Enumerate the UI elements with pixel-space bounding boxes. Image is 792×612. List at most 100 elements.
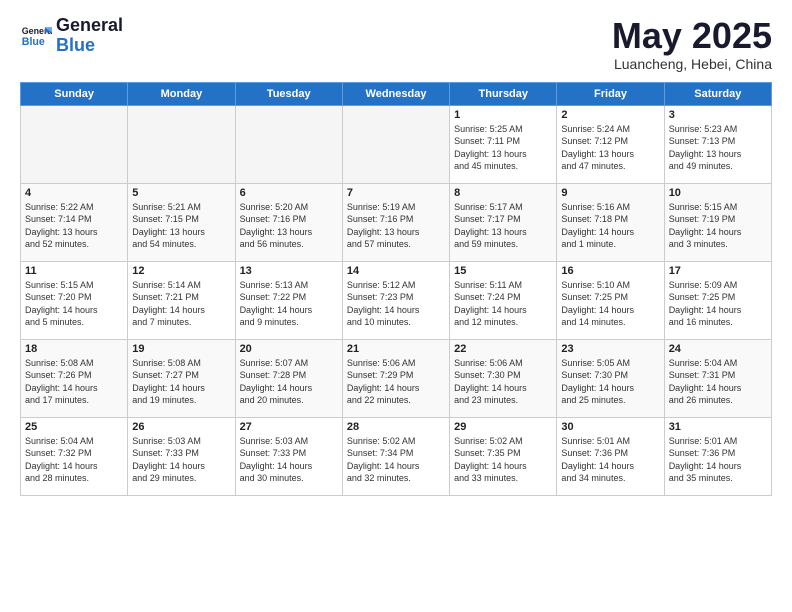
table-row: 5 Sunrise: 5:21 AM Sunset: 7:15 PM Daylig… [128, 183, 235, 261]
table-row: 23 Sunrise: 5:05 AM Sunset: 7:30 PM Dayli… [557, 339, 664, 417]
day-number: 8 [454, 187, 552, 199]
day-info: Sunrise: 5:05 AM Sunset: 7:30 PM Dayligh… [561, 357, 659, 407]
day-number: 11 [25, 265, 123, 277]
day-number: 18 [25, 343, 123, 355]
day-info: Sunrise: 5:16 AM Sunset: 7:18 PM Dayligh… [561, 201, 659, 251]
day-number: 5 [132, 187, 230, 199]
day-info: Sunrise: 5:02 AM Sunset: 7:34 PM Dayligh… [347, 435, 445, 485]
table-row: 27Sunrise: 5:03 AM Sunset: 7:33 PM Dayli… [235, 417, 342, 495]
day-number: 10 [669, 187, 767, 199]
col-sunday: Sunday [21, 82, 128, 105]
day-info: Sunrise: 5:10 AM Sunset: 7:25 PM Dayligh… [561, 279, 659, 329]
table-row: 2Sunrise: 5:24 AM Sunset: 7:12 PM Daylig… [557, 105, 664, 183]
table-row: 28 Sunrise: 5:02 AM Sunset: 7:34 PM Dayli… [342, 417, 449, 495]
day-info: Sunrise: 5:09 AM Sunset: 7:25 PM Dayligh… [669, 279, 767, 329]
table-row: 9 Sunrise: 5:16 AM Sunset: 7:18 PM Daylig… [557, 183, 664, 261]
table-row [128, 105, 235, 183]
day-info: Sunrise: 5:17 AM Sunset: 7:17 PM Dayligh… [454, 201, 552, 251]
table-row: 15 Sunrise: 5:11 AM Sunset: 7:24 PM Dayli… [450, 261, 557, 339]
day-info: Sunrise: 5:01 AM Sunset: 7:36 PM Dayligh… [561, 435, 659, 485]
table-row: 14Sunrise: 5:12 AM Sunset: 7:23 PM Dayli… [342, 261, 449, 339]
table-row: 8 Sunrise: 5:17 AM Sunset: 7:17 PM Daylig… [450, 183, 557, 261]
table-row: 20 Sunrise: 5:07 AM Sunset: 7:28 PM Dayli… [235, 339, 342, 417]
day-number: 3 [669, 109, 767, 121]
col-wednesday: Wednesday [342, 82, 449, 105]
day-info: Sunrise: 5:19 AM Sunset: 7:16 PM Dayligh… [347, 201, 445, 251]
col-saturday: Saturday [664, 82, 771, 105]
table-row: 11 Sunrise: 5:15 AM Sunset: 7:20 PM Dayli… [21, 261, 128, 339]
table-row: 26Sunrise: 5:03 AM Sunset: 7:33 PM Dayli… [128, 417, 235, 495]
day-number: 24 [669, 343, 767, 355]
day-info: Sunrise: 5:08 AM Sunset: 7:26 PM Dayligh… [25, 357, 123, 407]
table-row [235, 105, 342, 183]
day-number: 22 [454, 343, 552, 355]
day-info: Sunrise: 5:12 AM Sunset: 7:23 PM Dayligh… [347, 279, 445, 329]
table-row [342, 105, 449, 183]
table-row: 25 Sunrise: 5:04 AM Sunset: 7:32 PM Dayli… [21, 417, 128, 495]
day-info: Sunrise: 5:23 AM Sunset: 7:13 PM Dayligh… [669, 123, 767, 173]
table-row: 4Sunrise: 5:22 AM Sunset: 7:14 PM Daylig… [21, 183, 128, 261]
day-number: 25 [25, 421, 123, 433]
col-friday: Friday [557, 82, 664, 105]
day-number: 31 [669, 421, 767, 433]
day-number: 12 [132, 265, 230, 277]
table-row: 17 Sunrise: 5:09 AM Sunset: 7:25 PM Dayli… [664, 261, 771, 339]
header: General Blue General Blue May 2025 Luanc… [20, 16, 772, 72]
logo-text-general: General [56, 16, 123, 36]
calendar-page: General Blue General Blue May 2025 Luanc… [0, 0, 792, 506]
day-info: Sunrise: 5:06 AM Sunset: 7:30 PM Dayligh… [454, 357, 552, 407]
day-number: 30 [561, 421, 659, 433]
day-info: Sunrise: 5:06 AM Sunset: 7:29 PM Dayligh… [347, 357, 445, 407]
day-info: Sunrise: 5:03 AM Sunset: 7:33 PM Dayligh… [240, 435, 338, 485]
day-info: Sunrise: 5:22 AM Sunset: 7:14 PM Dayligh… [25, 201, 123, 251]
title-block: May 2025 Luancheng, Hebei, China [612, 16, 772, 72]
calendar-week-row: 18 Sunrise: 5:08 AM Sunset: 7:26 PM Dayli… [21, 339, 772, 417]
table-row: 6 Sunrise: 5:20 AM Sunset: 7:16 PM Daylig… [235, 183, 342, 261]
logo-icon: General Blue [20, 20, 52, 52]
day-number: 6 [240, 187, 338, 199]
day-number: 20 [240, 343, 338, 355]
calendar-week-row: 4Sunrise: 5:22 AM Sunset: 7:14 PM Daylig… [21, 183, 772, 261]
table-row: 22 Sunrise: 5:06 AM Sunset: 7:30 PM Dayli… [450, 339, 557, 417]
day-number: 15 [454, 265, 552, 277]
day-number: 28 [347, 421, 445, 433]
table-row: 21Sunrise: 5:06 AM Sunset: 7:29 PM Dayli… [342, 339, 449, 417]
day-info: Sunrise: 5:15 AM Sunset: 7:19 PM Dayligh… [669, 201, 767, 251]
calendar-week-row: 1Sunrise: 5:25 AM Sunset: 7:11 PM Daylig… [21, 105, 772, 183]
table-row: 31Sunrise: 5:01 AM Sunset: 7:36 PM Dayli… [664, 417, 771, 495]
day-info: Sunrise: 5:07 AM Sunset: 7:28 PM Dayligh… [240, 357, 338, 407]
day-info: Sunrise: 5:08 AM Sunset: 7:27 PM Dayligh… [132, 357, 230, 407]
day-number: 23 [561, 343, 659, 355]
table-row [21, 105, 128, 183]
table-row: 1Sunrise: 5:25 AM Sunset: 7:11 PM Daylig… [450, 105, 557, 183]
table-row: 10 Sunrise: 5:15 AM Sunset: 7:19 PM Dayli… [664, 183, 771, 261]
table-row: 18 Sunrise: 5:08 AM Sunset: 7:26 PM Dayli… [21, 339, 128, 417]
table-row: 13Sunrise: 5:13 AM Sunset: 7:22 PM Dayli… [235, 261, 342, 339]
logo: General Blue General Blue [20, 16, 123, 56]
day-info: Sunrise: 5:20 AM Sunset: 7:16 PM Dayligh… [240, 201, 338, 251]
day-info: Sunrise: 5:13 AM Sunset: 7:22 PM Dayligh… [240, 279, 338, 329]
logo-text-blue-line: Blue [56, 36, 123, 56]
day-info: Sunrise: 5:11 AM Sunset: 7:24 PM Dayligh… [454, 279, 552, 329]
table-row: 24 Sunrise: 5:04 AM Sunset: 7:31 PM Dayli… [664, 339, 771, 417]
table-row: 3 Sunrise: 5:23 AM Sunset: 7:13 PM Daylig… [664, 105, 771, 183]
table-row: 30 Sunrise: 5:01 AM Sunset: 7:36 PM Dayli… [557, 417, 664, 495]
day-number: 29 [454, 421, 552, 433]
col-tuesday: Tuesday [235, 82, 342, 105]
day-info: Sunrise: 5:21 AM Sunset: 7:15 PM Dayligh… [132, 201, 230, 251]
calendar-table: Sunday Monday Tuesday Wednesday Thursday… [20, 82, 772, 496]
day-info: Sunrise: 5:04 AM Sunset: 7:32 PM Dayligh… [25, 435, 123, 485]
day-info: Sunrise: 5:25 AM Sunset: 7:11 PM Dayligh… [454, 123, 552, 173]
day-info: Sunrise: 5:03 AM Sunset: 7:33 PM Dayligh… [132, 435, 230, 485]
day-number: 9 [561, 187, 659, 199]
day-info: Sunrise: 5:04 AM Sunset: 7:31 PM Dayligh… [669, 357, 767, 407]
day-number: 2 [561, 109, 659, 121]
col-monday: Monday [128, 82, 235, 105]
day-info: Sunrise: 5:15 AM Sunset: 7:20 PM Dayligh… [25, 279, 123, 329]
table-row: 7Sunrise: 5:19 AM Sunset: 7:16 PM Daylig… [342, 183, 449, 261]
col-thursday: Thursday [450, 82, 557, 105]
day-info: Sunrise: 5:02 AM Sunset: 7:35 PM Dayligh… [454, 435, 552, 485]
table-row: 29 Sunrise: 5:02 AM Sunset: 7:35 PM Dayli… [450, 417, 557, 495]
month-title: May 2025 [612, 16, 772, 56]
day-number: 17 [669, 265, 767, 277]
